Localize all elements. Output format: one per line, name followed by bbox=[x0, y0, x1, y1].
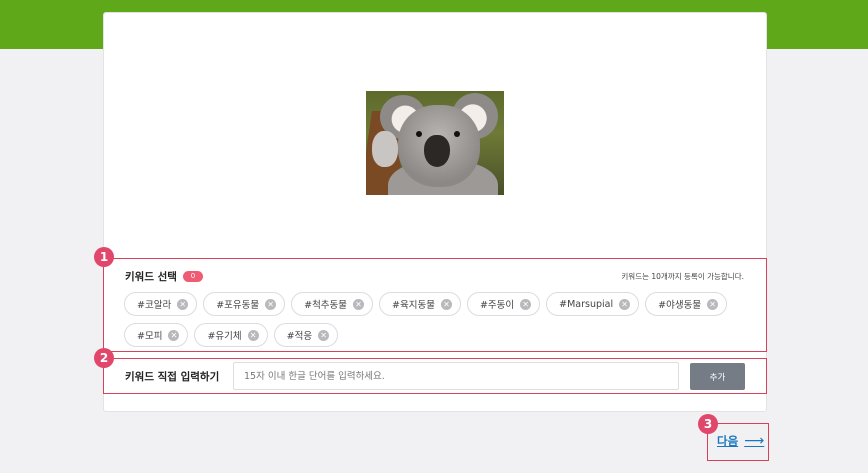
arrow-right-icon: ⟶ bbox=[744, 433, 765, 449]
direct-keyword-label: 키워드 직접 입력하기 bbox=[125, 371, 220, 383]
keyword-chip-list: #코알라 ✕ #포유동물 ✕ #척추동물 ✕ #육지동물 ✕ #주동이 ✕ #Marsup… bbox=[124, 292, 754, 347]
photo-koala-eye-left bbox=[416, 131, 422, 137]
keyword-limit-note: 키워드는 10개까지 등록이 가능합니다. bbox=[621, 272, 744, 281]
step-marker-1: 1 bbox=[94, 247, 114, 267]
keyword-chip[interactable]: #척추동물 ✕ bbox=[291, 292, 374, 316]
keyword-chip-label: #유기체 bbox=[207, 331, 242, 342]
remove-chip-icon[interactable]: ✕ bbox=[619, 298, 631, 310]
keyword-count-badge: 0 bbox=[182, 271, 203, 282]
koala-photo bbox=[366, 91, 504, 195]
keyword-chip-label: #육지동물 bbox=[392, 300, 435, 311]
keyword-chip-label: #야생동물 bbox=[658, 300, 702, 311]
keyword-chip-label: #적응 bbox=[286, 331, 313, 342]
keyword-chip[interactable]: #코알라 ✕ bbox=[124, 292, 198, 316]
next-link[interactable]: 다음 ⟶ bbox=[717, 433, 764, 449]
keyword-chip[interactable]: #포유동물 ✕ bbox=[203, 292, 286, 316]
keyword-select-label: 키워드 선택 bbox=[125, 271, 177, 283]
keyword-chip-label: #모피 bbox=[137, 331, 163, 342]
remove-chip-icon[interactable]: ✕ bbox=[177, 298, 189, 310]
keyword-chip[interactable]: #야생동물 ✕ bbox=[645, 292, 728, 316]
remove-chip-icon[interactable]: ✕ bbox=[520, 298, 532, 310]
remove-chip-icon[interactable]: ✕ bbox=[440, 298, 452, 310]
keyword-chip[interactable]: #적응 ✕ bbox=[273, 323, 339, 347]
photo-koala-nose bbox=[424, 135, 450, 167]
photo-koala-eye-right bbox=[454, 131, 460, 137]
step-marker-3: 3 bbox=[698, 414, 718, 434]
remove-chip-icon[interactable]: ✕ bbox=[168, 329, 180, 341]
remove-chip-icon[interactable]: ✕ bbox=[318, 329, 330, 341]
photo-koala-paw bbox=[372, 131, 398, 167]
keyword-chip[interactable]: #유기체 ✕ bbox=[194, 323, 268, 347]
keyword-chip[interactable]: #Marsupial ✕ bbox=[546, 292, 640, 316]
next-link-label: 다음 bbox=[717, 434, 739, 448]
remove-chip-icon[interactable]: ✕ bbox=[265, 298, 277, 310]
keyword-chip-label: #주동이 bbox=[479, 300, 515, 311]
content-card bbox=[103, 12, 767, 412]
keyword-chip-label: #코알라 bbox=[137, 300, 172, 311]
keyword-chip-label: #척추동물 bbox=[304, 300, 348, 311]
keyword-chip[interactable]: #모피 ✕ bbox=[124, 323, 189, 347]
keyword-chip[interactable]: #육지동물 ✕ bbox=[379, 292, 461, 316]
remove-chip-icon[interactable]: ✕ bbox=[247, 329, 259, 341]
keyword-chip[interactable]: #주동이 ✕ bbox=[466, 292, 541, 316]
remove-chip-icon[interactable]: ✕ bbox=[353, 298, 365, 310]
add-keyword-button[interactable]: 추가 bbox=[690, 363, 745, 390]
keyword-chip-label: #Marsupial bbox=[559, 298, 614, 310]
remove-chip-icon[interactable]: ✕ bbox=[707, 298, 719, 310]
keyword-chip-label: #포유동물 bbox=[216, 300, 260, 311]
keyword-select-title: 키워드 선택 0 bbox=[125, 269, 203, 284]
step-marker-2: 2 bbox=[94, 348, 114, 368]
direct-keyword-input[interactable] bbox=[233, 362, 679, 390]
